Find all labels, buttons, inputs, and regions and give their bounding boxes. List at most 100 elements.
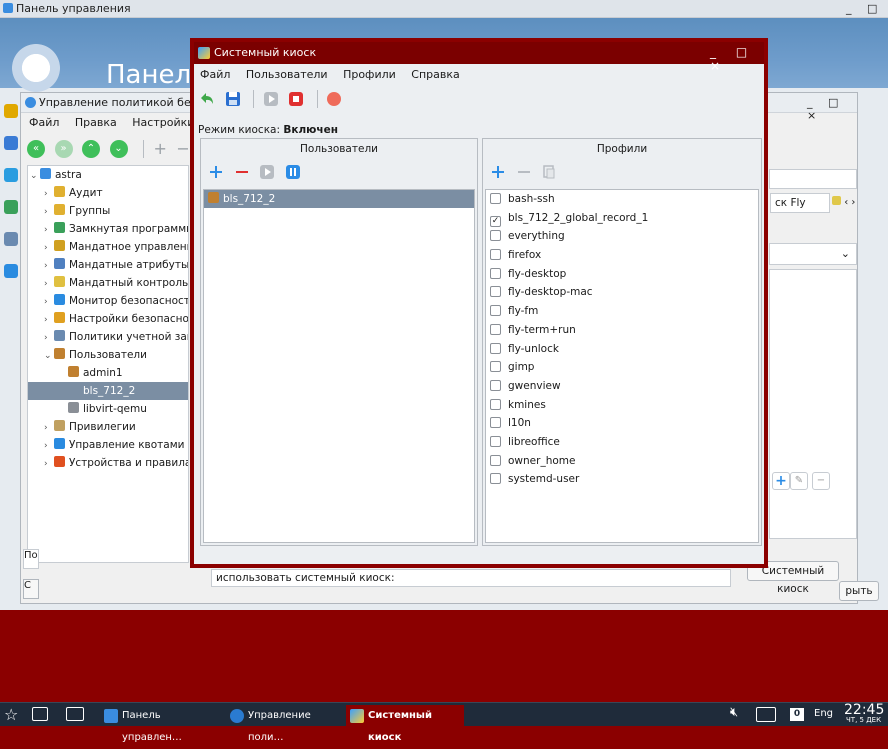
tree-item[interactable]: › Замкнутая программная <box>28 220 188 238</box>
chevron-right-icon[interactable]: › <box>44 203 54 221</box>
profile-list-item[interactable]: kmines <box>486 396 758 415</box>
tree-item[interactable]: › Аудит <box>28 184 188 202</box>
menu-edit[interactable]: Правка <box>75 116 117 129</box>
remove-button[interactable]: − <box>812 472 830 490</box>
profile-list-item[interactable]: fly-unlock <box>486 340 758 359</box>
chevron-right-icon[interactable]: › <box>44 275 54 293</box>
stop-icon[interactable] <box>287 90 305 108</box>
copy-profile-icon[interactable] <box>542 165 556 179</box>
category-icon[interactable] <box>4 168 18 182</box>
play-icon[interactable] <box>262 90 280 108</box>
profile-list-item[interactable]: fly-term+run <box>486 321 758 340</box>
window-controls[interactable]: _ □ × <box>710 45 764 73</box>
windows-icon[interactable] <box>32 707 48 721</box>
undo-icon[interactable] <box>198 90 216 108</box>
chevron-right-icon[interactable]: › <box>44 239 54 257</box>
profile-list-item[interactable]: systemd-user <box>486 470 758 489</box>
add-icon[interactable]: + <box>154 139 167 158</box>
profile-list-item[interactable]: fly-fm <box>486 302 758 321</box>
chevron-right-icon[interactable]: › <box>44 437 54 455</box>
left-input-field[interactable]: По <box>23 549 39 569</box>
checkbox-unchecked[interactable] <box>490 323 501 335</box>
tree-item[interactable]: ⌄ Пользователи <box>28 346 188 364</box>
add-button[interactable]: + <box>772 472 790 490</box>
category-icon[interactable] <box>4 200 18 214</box>
profile-list-item[interactable]: libreoffice <box>486 433 758 452</box>
checkbox-unchecked[interactable] <box>490 342 501 354</box>
start-menu-icon[interactable]: ☆ <box>4 705 18 724</box>
chevron-down-icon[interactable]: ⌄ <box>44 347 54 365</box>
keyboard-indicator[interactable]: 0 <box>790 708 804 721</box>
category-icon[interactable] <box>4 232 18 246</box>
chevron-left-icon[interactable]: ‹ <box>844 197 848 208</box>
tree-item[interactable]: › Группы <box>28 202 188 220</box>
chevron-right-icon[interactable]: › <box>44 311 54 329</box>
network-icon[interactable] <box>756 707 776 722</box>
menu-users[interactable]: Пользователи <box>246 68 328 81</box>
profile-list-item[interactable]: gimp <box>486 358 758 377</box>
profile-list-item[interactable]: gwenview <box>486 377 758 396</box>
left-button[interactable]: С <box>23 579 39 599</box>
chevron-down-icon[interactable]: ⌄ <box>30 167 40 185</box>
tree-item[interactable]: › Мандатные атрибуты <box>28 256 188 274</box>
chevron-right-icon[interactable]: › <box>44 293 54 311</box>
checkbox-unchecked[interactable] <box>490 398 501 410</box>
profile-list-item[interactable]: ✓ bls_712_2_global_record_1 <box>486 209 758 228</box>
up-icon[interactable]: ⌃ <box>82 139 100 158</box>
language-indicator[interactable]: Eng <box>814 708 833 719</box>
remove-profile-icon[interactable] <box>517 165 531 179</box>
profile-list-item[interactable]: bash-ssh <box>486 190 758 209</box>
menu-settings[interactable]: Настройки <box>132 116 194 129</box>
add-user-icon[interactable] <box>209 165 223 179</box>
checkbox-unchecked[interactable] <box>490 361 501 373</box>
clock-time[interactable]: 22:45 <box>844 703 884 717</box>
policy-search-field[interactable] <box>769 169 857 189</box>
tree-item[interactable]: › Управление квотами <box>28 436 188 454</box>
checkbox-unchecked[interactable] <box>490 435 501 447</box>
chevron-right-icon[interactable]: › <box>44 185 54 203</box>
checkbox-unchecked[interactable] <box>490 249 501 261</box>
chevron-right-icon[interactable]: › <box>44 419 54 437</box>
menu-help[interactable]: Справка <box>411 68 459 81</box>
chevron-right-icon[interactable]: › <box>851 197 855 208</box>
play-user-icon[interactable] <box>260 165 274 179</box>
last-icon[interactable]: » <box>54 139 73 158</box>
tree-item[interactable]: › Мандатное управление <box>28 238 188 256</box>
profile-list-item[interactable]: owner_home <box>486 452 758 471</box>
remove-user-icon[interactable] <box>235 165 249 179</box>
chevron-right-icon[interactable]: › <box>44 455 54 473</box>
profile-list-item[interactable]: everything <box>486 227 758 246</box>
record-icon[interactable] <box>325 90 343 108</box>
tree-item[interactable]: bls_712_2 <box>28 382 188 400</box>
checkbox-unchecked[interactable] <box>490 267 501 279</box>
checkbox-checked[interactable]: ✓ <box>490 215 501 227</box>
checkbox-unchecked[interactable] <box>490 417 501 429</box>
mute-icon[interactable]: 🔇︎ <box>730 705 738 720</box>
tree-item[interactable]: › Привилегии <box>28 418 188 436</box>
tree-item[interactable]: › Мандатный контроль це <box>28 274 188 292</box>
chevron-right-icon[interactable]: › <box>44 257 54 275</box>
task-policy[interactable]: Управление поли… <box>226 705 340 743</box>
policy-combobox[interactable]: ⌄ <box>769 243 857 265</box>
tree-item[interactable]: › Монитор безопасности <box>28 292 188 310</box>
checkbox-unchecked[interactable] <box>490 379 501 391</box>
chevron-right-icon[interactable]: › <box>44 221 54 239</box>
menu-profiles[interactable]: Профили <box>343 68 396 81</box>
remove-icon[interactable]: − <box>176 139 189 158</box>
first-icon[interactable]: « <box>27 139 45 158</box>
menu-file[interactable]: Файл <box>29 116 59 129</box>
task-kiosk[interactable]: Системный киоск <box>346 705 464 743</box>
tree-item[interactable]: ⌄ astra <box>28 166 188 184</box>
tab-nav-arrows[interactable]: ‹ › <box>832 193 858 213</box>
category-icon[interactable] <box>4 104 18 118</box>
close-button[interactable]: рыть <box>839 581 879 601</box>
checkbox-unchecked[interactable] <box>490 454 501 466</box>
task-control-panel[interactable]: Панель управлен… <box>100 705 218 743</box>
profile-list-item[interactable]: firefox <box>486 246 758 265</box>
menu-file[interactable]: Файл <box>200 68 230 81</box>
pause-icon[interactable] <box>285 165 300 179</box>
profile-list-item[interactable]: fly-desktop-mac <box>486 283 758 302</box>
checkbox-unchecked[interactable] <box>490 473 501 485</box>
checkbox-unchecked[interactable] <box>490 286 501 298</box>
profile-list-item[interactable]: l10n <box>486 414 758 433</box>
